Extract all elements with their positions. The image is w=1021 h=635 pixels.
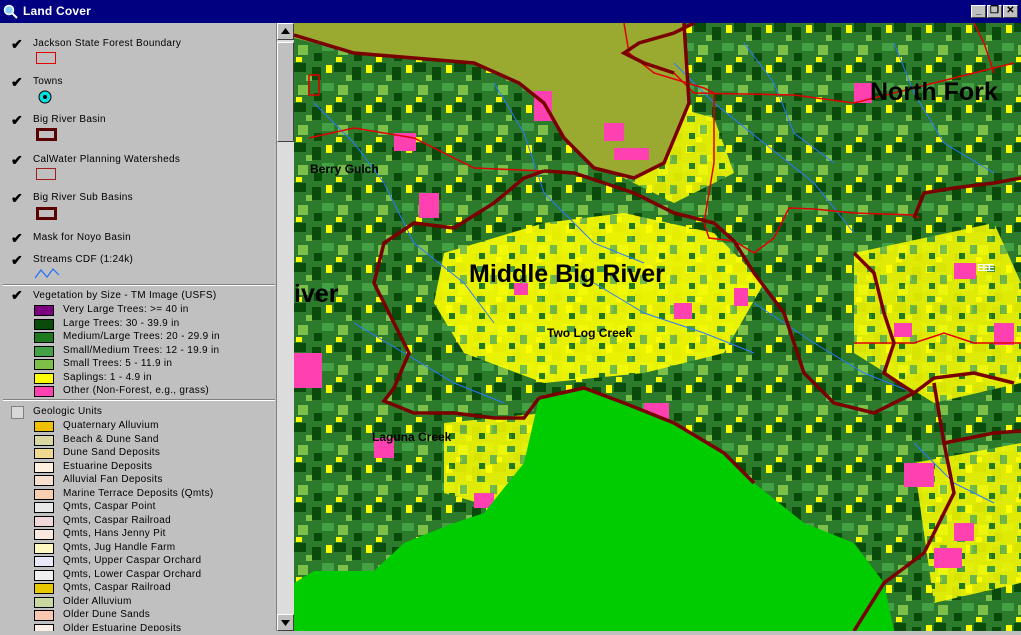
- geologic-class-label: Quaternary Alluvium: [63, 420, 159, 431]
- geologic-class-label: Dune Sand Deposits: [63, 447, 161, 458]
- maximize-button[interactable]: ❐: [987, 5, 1002, 18]
- window-title: Land Cover: [23, 4, 92, 18]
- arrow-up-icon: [281, 28, 290, 34]
- red-rectangle-outline-icon: [36, 52, 56, 64]
- legend-scrollbar[interactable]: [277, 23, 294, 631]
- land-cover-map[interactable]: [294, 23, 1021, 631]
- geologic-class-swatch: [34, 623, 54, 631]
- legend-panel: ✔ Jackson State Forest Boundary ✔ Towns …: [0, 23, 277, 631]
- brown-rectangle-outline-icon: [36, 168, 56, 180]
- vegetation-class-swatch: [34, 372, 54, 384]
- layer-subbasins-checkbox[interactable]: ✔: [11, 191, 24, 205]
- scroll-thumb[interactable]: [277, 42, 294, 142]
- geologic-class-swatch: [34, 502, 54, 513]
- map-view[interactable]: North Fork Berry Gulch Middle Big River …: [294, 23, 1021, 631]
- geologic-class-label: Qmts, Caspar Point: [63, 501, 156, 512]
- geologic-class-swatch: [34, 515, 54, 527]
- geologic-class-swatch: [34, 461, 54, 473]
- geologic-class-label: Beach & Dune Sand: [63, 433, 159, 445]
- layer-jackson-checkbox[interactable]: ✔: [11, 37, 24, 51]
- town-point-icon: [38, 90, 52, 104]
- geologic-class-swatch: [34, 596, 54, 608]
- legend-divider: [3, 399, 275, 401]
- layer-calwater-checkbox[interactable]: ✔: [11, 153, 24, 167]
- geologic-class-swatch: [34, 434, 54, 446]
- map-label-middle-big-river: Middle Big River: [469, 260, 665, 288]
- vegetation-class-label: Small/Medium Trees: 12 - 19.9 in: [63, 344, 220, 356]
- scroll-up-button[interactable]: [277, 23, 294, 40]
- geologic-class-label: Older Alluvium: [63, 595, 132, 607]
- layer-streams-label: Streams CDF (1:24k): [33, 254, 134, 265]
- vegetation-class-label: Very Large Trees: >= 40 in: [63, 304, 189, 315]
- legend-divider: [3, 284, 275, 286]
- layer-bigriver-label: Big River Basin: [33, 114, 106, 125]
- geologic-class-label: Qmts, Hans Jenny Pit: [63, 528, 166, 539]
- geologic-class-label: Alluvial Fan Deposits: [63, 474, 163, 485]
- geologic-class-swatch: [34, 488, 54, 500]
- geologic-class-swatch: [34, 556, 54, 567]
- magnifier-app-icon: [3, 4, 18, 19]
- geologic-class-label: Qmts, Jug Handle Farm: [63, 541, 176, 553]
- window-titlebar[interactable]: Land Cover _ ❐ ✕: [0, 0, 1021, 23]
- vegetation-class-label: Medium/Large Trees: 20 - 29.9 in: [63, 331, 220, 342]
- geologic-class-swatch: [34, 475, 54, 486]
- geologic-class-swatch: [34, 448, 54, 459]
- geologic-class-label: Older Estuarine Deposits: [63, 622, 182, 632]
- map-label-edge-text: E E E: [977, 263, 995, 274]
- maroon-thick-rectangle-icon: [36, 128, 57, 141]
- layer-bigriver-checkbox[interactable]: ✔: [11, 113, 24, 127]
- map-label-two-log-creek: Two Log Creek: [547, 326, 633, 340]
- layer-vegetation-checkbox[interactable]: ✔: [11, 288, 24, 302]
- vegetation-class-swatch: [34, 386, 54, 397]
- vegetation-class-swatch: [34, 318, 54, 330]
- map-label-river-partial: iver: [294, 280, 339, 308]
- layer-vegetation-label: Vegetation by Size - TM Image (USFS): [33, 290, 217, 301]
- scroll-down-button[interactable]: [277, 614, 294, 631]
- geologic-class-swatch: [34, 583, 54, 594]
- vegetation-class-label: Saplings: 1 - 4.9 in: [63, 371, 152, 383]
- geologic-class-label: Marine Terrace Deposits (Qmts): [63, 487, 214, 499]
- vegetation-class-label: Small Trees: 5 - 11.9 in: [63, 358, 173, 369]
- maroon-thick-rectangle-icon: [36, 207, 57, 220]
- geologic-class-swatch: [34, 529, 54, 540]
- vegetation-class-swatch: [34, 332, 54, 343]
- geologic-class-label: Qmts, Caspar Railroad: [63, 582, 171, 593]
- geologic-class-swatch: [34, 610, 54, 621]
- layer-calwater-label: CalWater Planning Watersheds: [33, 154, 181, 165]
- vegetation-class-label: Other (Non-Forest, e.g., grass): [63, 385, 210, 396]
- geologic-class-label: Qmts, Lower Caspar Orchard: [63, 568, 202, 580]
- layer-mask-checkbox[interactable]: ✔: [11, 231, 24, 245]
- map-label-berry-gulch: Berry Gulch: [310, 162, 379, 176]
- layer-geologic-checkbox[interactable]: [11, 406, 24, 419]
- geologic-class-label: Qmts, Caspar Railroad: [63, 514, 171, 526]
- geologic-class-label: Estuarine Deposits: [63, 460, 153, 472]
- vegetation-class-swatch: [34, 345, 54, 357]
- map-label-north-fork: North Fork: [870, 78, 998, 106]
- geologic-class-swatch: [34, 421, 54, 432]
- layer-towns-checkbox[interactable]: ✔: [11, 75, 24, 89]
- layer-subbasins-label: Big River Sub Basins: [33, 192, 133, 203]
- vegetation-class-swatch: [34, 305, 54, 316]
- arrow-down-icon: [281, 620, 290, 626]
- close-button[interactable]: ✕: [1003, 5, 1018, 18]
- stream-line-icon: [34, 268, 60, 279]
- geologic-class-swatch: [34, 542, 54, 554]
- layer-jackson-label: Jackson State Forest Boundary: [33, 38, 182, 49]
- layer-mask-label: Mask for Noyo Basin: [33, 232, 131, 243]
- geologic-class-label: Older Dune Sands: [63, 609, 151, 620]
- map-label-laguna-creek: Laguna Creek: [372, 430, 452, 444]
- layer-geologic-label: Geologic Units: [33, 406, 103, 417]
- vegetation-class-label: Large Trees: 30 - 39.9 in: [63, 317, 180, 329]
- layer-towns-label: Towns: [33, 76, 63, 87]
- layer-streams-checkbox[interactable]: ✔: [11, 253, 24, 267]
- minimize-button[interactable]: _: [971, 5, 986, 18]
- geologic-class-label: Qmts, Upper Caspar Orchard: [63, 555, 202, 566]
- geologic-class-swatch: [34, 569, 54, 581]
- vegetation-class-swatch: [34, 359, 54, 370]
